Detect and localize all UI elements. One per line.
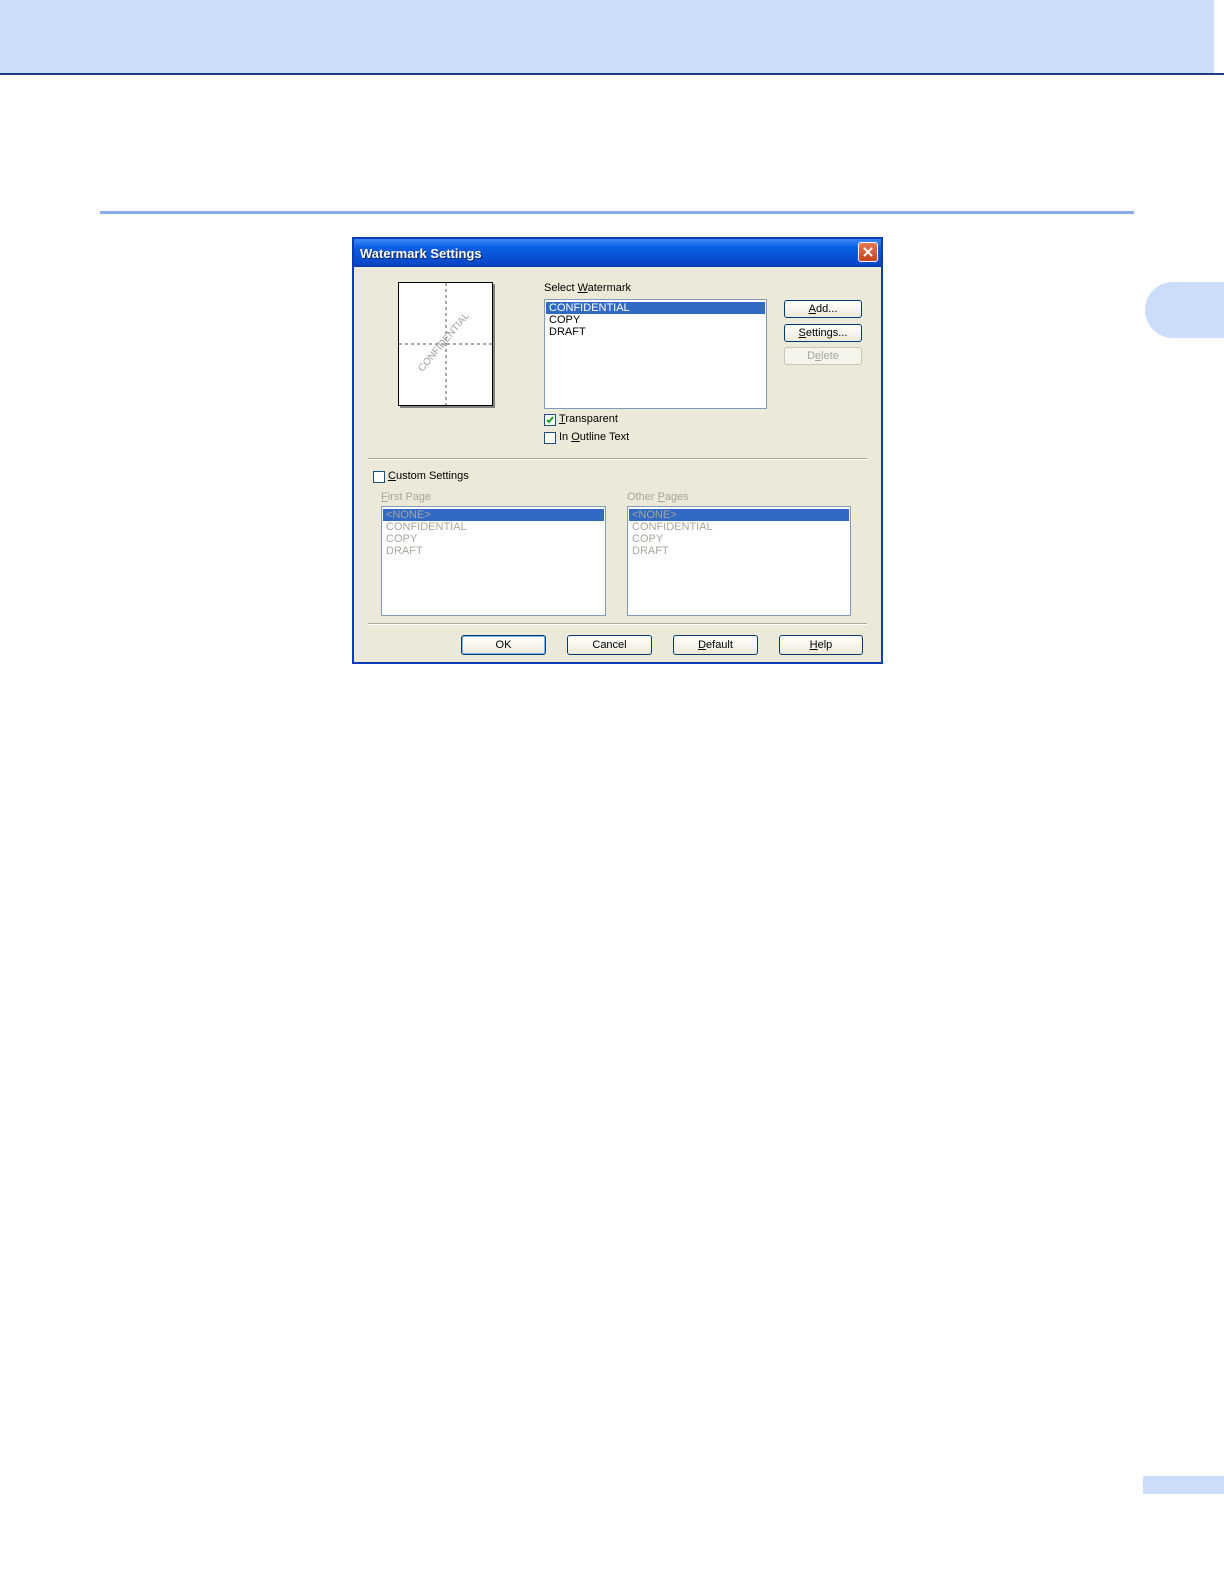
watermark-settings-dialog: Watermark Settings CONFIDENTIAL Select W… xyxy=(352,237,883,664)
default-button[interactable]: Default xyxy=(673,635,758,655)
dialog-title: Watermark Settings xyxy=(360,246,482,261)
footer-separator xyxy=(368,623,867,625)
first-page-item-copy[interactable]: COPY xyxy=(383,533,604,545)
outline-text-label: In Outline Text xyxy=(559,431,630,443)
watermark-preview: CONFIDENTIAL xyxy=(398,282,493,406)
ok-button[interactable]: OK xyxy=(461,635,546,655)
watermark-item-confidential[interactable]: CONFIDENTIAL xyxy=(546,302,765,314)
page-header-band xyxy=(0,0,1224,75)
add-button[interactable]: Add... xyxy=(784,300,862,318)
help-button[interactable]: Help xyxy=(779,635,863,655)
first-page-item-none[interactable]: <NONE> xyxy=(383,509,604,521)
first-page-item-draft[interactable]: DRAFT xyxy=(383,545,604,557)
other-pages-item-copy[interactable]: COPY xyxy=(629,533,849,545)
other-pages-item-none[interactable]: <NONE> xyxy=(629,509,849,521)
first-page-item-confidential[interactable]: CONFIDENTIAL xyxy=(383,521,604,533)
transparent-label: Transparent xyxy=(559,413,618,425)
page-number-tab xyxy=(1143,1476,1224,1494)
other-pages-list[interactable]: <NONE> CONFIDENTIAL COPY DRAFT xyxy=(627,506,851,616)
watermark-list[interactable]: CONFIDENTIAL COPY DRAFT xyxy=(544,299,767,409)
transparent-checkbox[interactable] xyxy=(544,414,556,426)
watermark-item-draft[interactable]: DRAFT xyxy=(546,326,765,338)
other-pages-label: Other Pages xyxy=(627,491,689,503)
section-rule xyxy=(100,211,1134,214)
select-watermark-label: Select Watermark xyxy=(544,282,632,294)
preview-watermark-text: CONFIDENTIAL xyxy=(416,310,472,374)
cancel-button[interactable]: Cancel xyxy=(567,635,652,655)
separator xyxy=(368,458,867,460)
outline-text-checkbox[interactable] xyxy=(544,432,556,444)
close-button[interactable] xyxy=(858,242,878,262)
close-icon xyxy=(863,247,873,257)
other-pages-item-confidential[interactable]: CONFIDENTIAL xyxy=(629,521,849,533)
chapter-tab xyxy=(1145,282,1224,338)
first-page-list[interactable]: <NONE> CONFIDENTIAL COPY DRAFT xyxy=(381,506,606,616)
other-pages-item-draft[interactable]: DRAFT xyxy=(629,545,849,557)
custom-settings-checkbox[interactable] xyxy=(373,471,385,483)
first-page-label: First Page xyxy=(381,491,432,503)
checkmark-icon xyxy=(546,416,554,424)
title-bar[interactable]: Watermark Settings xyxy=(354,239,881,267)
delete-button[interactable]: Delete xyxy=(784,347,862,365)
custom-settings-label: Custom Settings xyxy=(388,470,469,482)
settings-button[interactable]: Settings... xyxy=(784,324,862,342)
preview-canvas: CONFIDENTIAL xyxy=(399,283,492,405)
watermark-item-copy[interactable]: COPY xyxy=(546,314,765,326)
